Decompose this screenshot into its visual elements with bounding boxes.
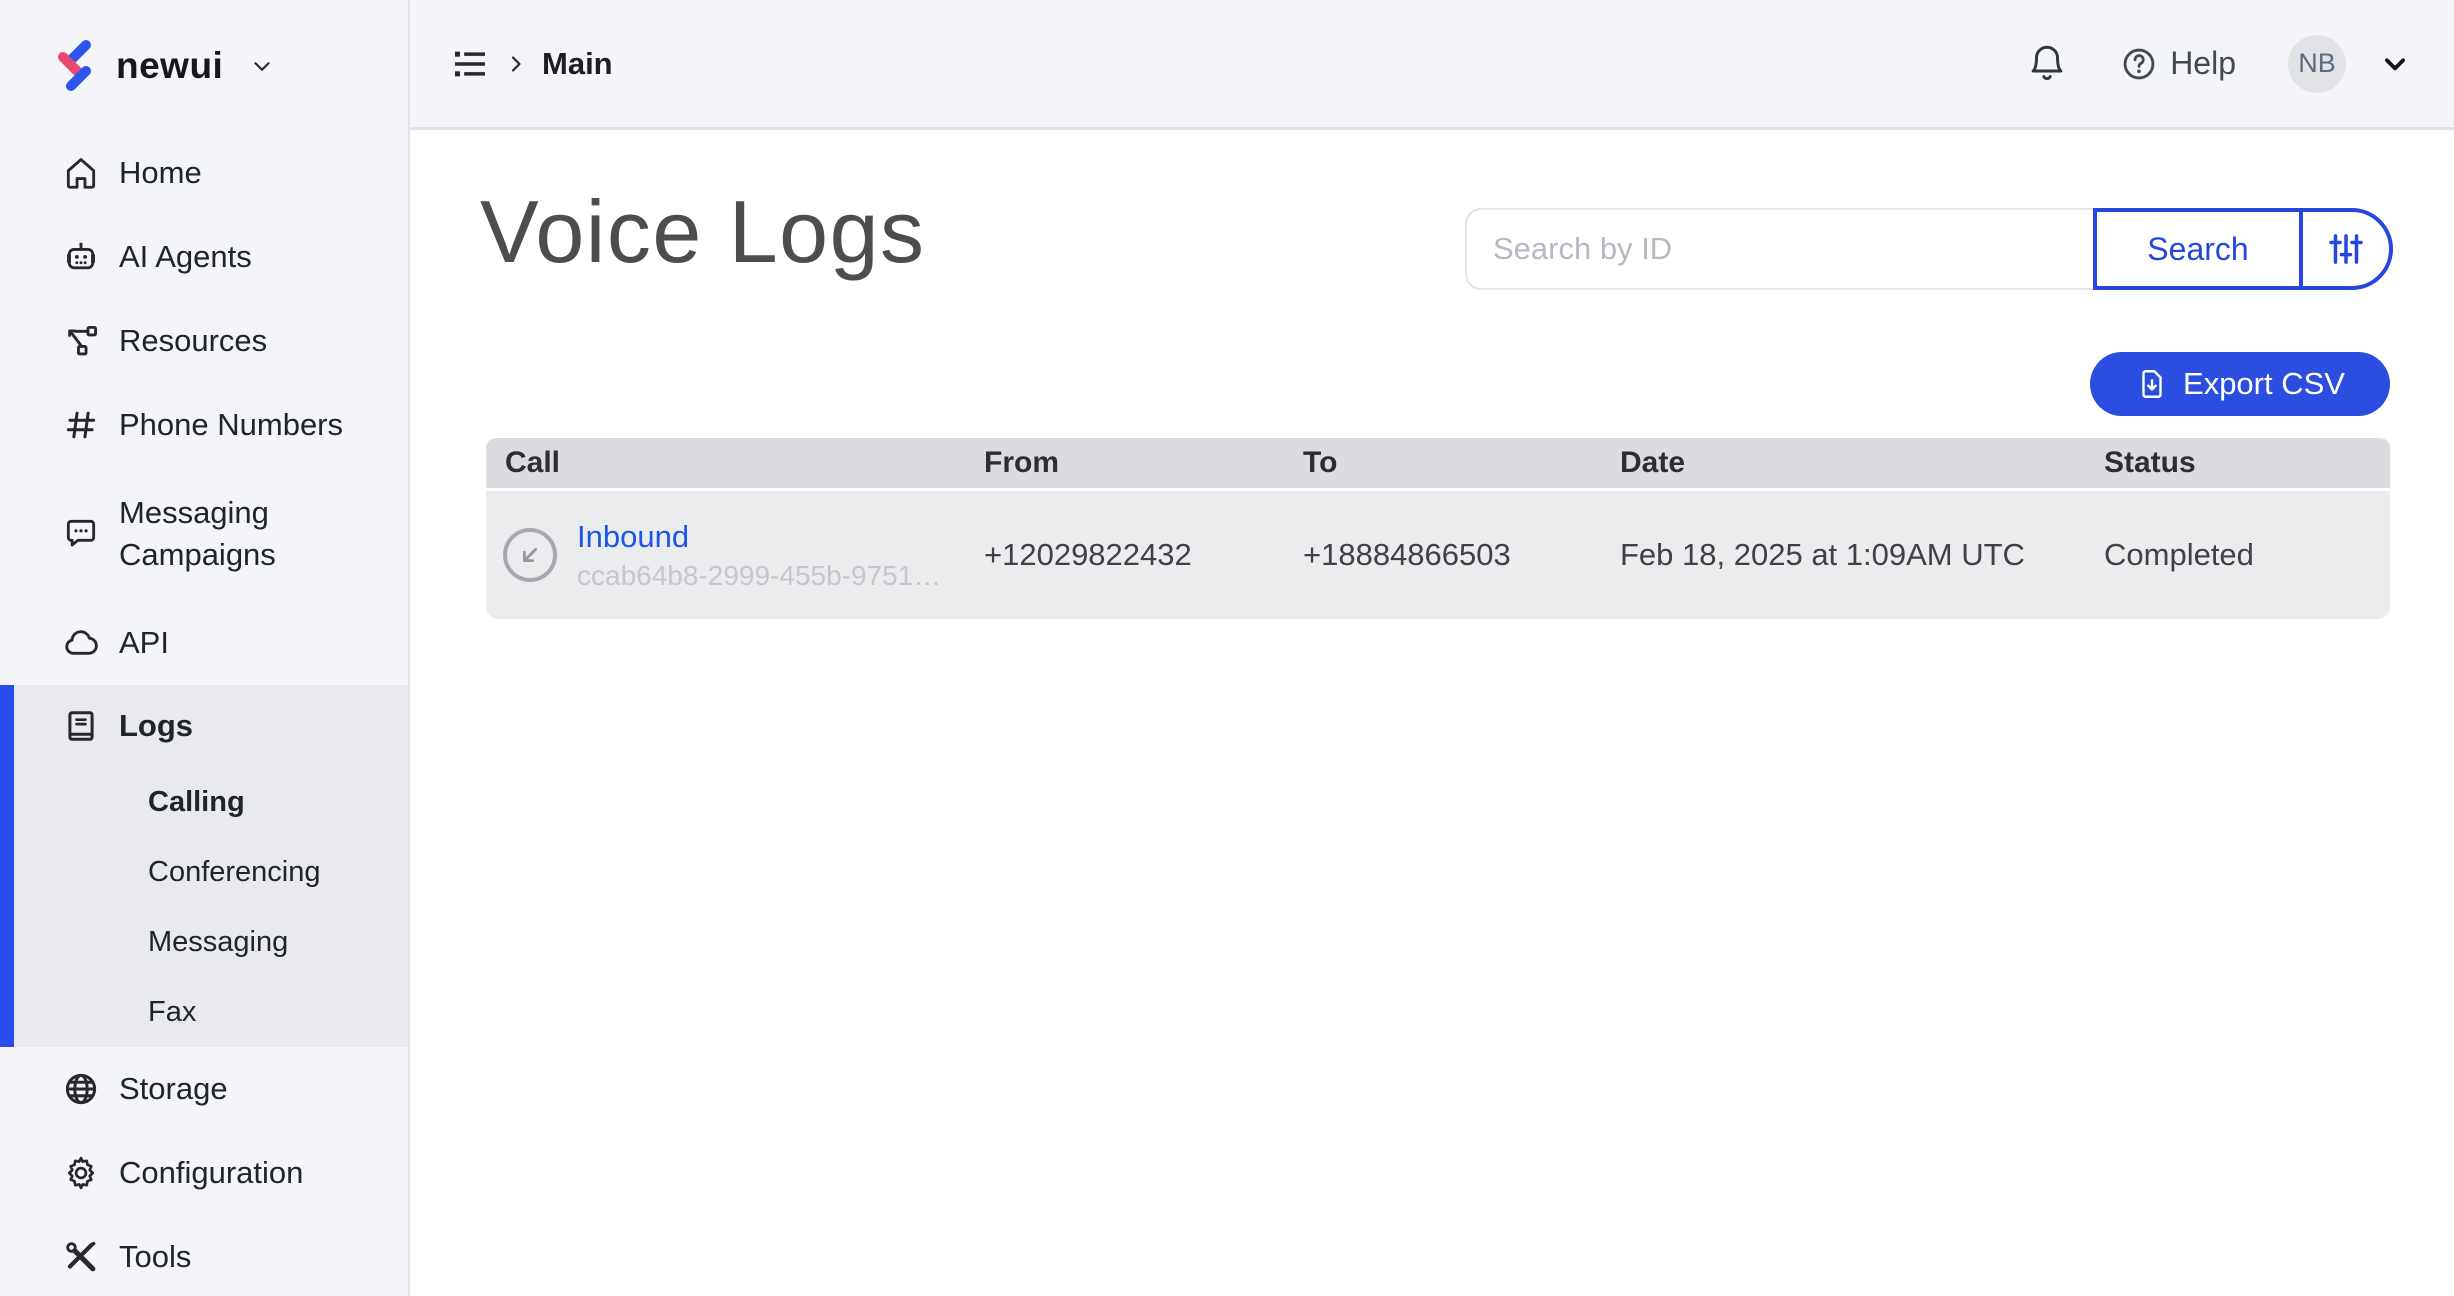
- table-header-row: Call From To Date Status: [486, 438, 2390, 488]
- page-title: Voice Logs: [480, 181, 926, 283]
- sidebar-item-ai-agents[interactable]: AI Agents: [0, 215, 408, 299]
- help-button[interactable]: Help: [2120, 45, 2236, 83]
- sidebar-item-label: Configuration: [119, 1152, 303, 1194]
- inbound-call-badge: [503, 528, 557, 582]
- brand-name: newui: [116, 45, 223, 87]
- breadcrumb-main[interactable]: Main: [542, 46, 613, 82]
- call-date: Feb 18, 2025 at 1:09AM UTC: [1620, 537, 2104, 573]
- sidebar-item-phone-numbers[interactable]: Phone Numbers: [0, 383, 408, 467]
- sidebar-subitem-fax[interactable]: Fax: [0, 977, 408, 1047]
- filter-button[interactable]: [2299, 208, 2393, 290]
- export-csv-label: Export CSV: [2183, 366, 2345, 402]
- search-button[interactable]: Search: [2093, 208, 2303, 290]
- sidebar-nav: Home AI Agents: [0, 131, 408, 1296]
- call-id: ccab64b8-2999-455b-9751…: [577, 560, 941, 592]
- sidebar-subitem-label: Conferencing: [148, 856, 321, 889]
- arrow-down-left-icon: [515, 540, 545, 570]
- robot-icon: [62, 238, 100, 276]
- bell-icon: [2026, 43, 2068, 85]
- sidebar-item-api[interactable]: API: [0, 601, 408, 685]
- sidebar-item-label: Tools: [119, 1236, 191, 1278]
- sidebar: newui Home: [0, 0, 410, 1296]
- call-to: +18884866503: [1303, 537, 1620, 573]
- cloud-icon: [62, 624, 100, 662]
- main-content: Voice Logs Search Export CSV Call From: [410, 133, 2454, 1296]
- brand-logo-icon: [50, 37, 96, 95]
- avatar-initials: NB: [2298, 48, 2336, 79]
- export-csv-button[interactable]: Export CSV: [2090, 352, 2390, 416]
- top-bar: Main Help NB: [410, 0, 2454, 130]
- sidebar-item-label: Home: [119, 152, 202, 194]
- column-header-from: From: [984, 446, 1303, 480]
- log-book-icon: [62, 707, 100, 745]
- sidebar-item-messaging-campaigns[interactable]: Messaging Campaigns: [0, 467, 408, 601]
- sidebar-item-storage[interactable]: Storage: [0, 1047, 408, 1131]
- sidebar-item-tools[interactable]: Tools: [0, 1215, 408, 1296]
- sidebar-item-label: Resources: [119, 320, 267, 362]
- sidebar-subitem-label: Fax: [148, 996, 196, 1029]
- sidebar-subitem-messaging[interactable]: Messaging: [0, 907, 408, 977]
- top-bar-actions: Help NB: [2026, 35, 2410, 93]
- column-header-call: Call: [486, 446, 984, 480]
- chevron-down-icon: [249, 53, 275, 79]
- chevron-right-icon: [504, 52, 528, 76]
- home-icon: [62, 154, 100, 192]
- sidebar-item-home[interactable]: Home: [0, 131, 408, 215]
- notifications-button[interactable]: [2026, 43, 2068, 85]
- column-header-status: Status: [2104, 446, 2390, 480]
- sidebar-item-configuration[interactable]: Configuration: [0, 1131, 408, 1215]
- breadcrumb: Main: [450, 44, 613, 84]
- user-menu-chevron-icon[interactable]: [2380, 49, 2410, 79]
- table-row: Inbound ccab64b8-2999-455b-9751… +120298…: [486, 491, 2390, 619]
- chat-bubble-icon: [62, 515, 100, 553]
- file-download-icon: [2135, 367, 2169, 401]
- sidebar-subitem-label: Messaging: [148, 926, 288, 959]
- call-status: Completed: [2104, 537, 2390, 573]
- nodes-icon: [62, 322, 100, 360]
- app-root: newui Home: [0, 0, 2454, 1296]
- search-input[interactable]: [1465, 208, 2093, 290]
- list-menu-icon[interactable]: [450, 44, 490, 84]
- call-from: +12029822432: [984, 537, 1303, 573]
- sidebar-item-label: Messaging Campaigns: [119, 492, 371, 576]
- sidebar-item-resources[interactable]: Resources: [0, 299, 408, 383]
- workspace-switcher[interactable]: newui: [0, 0, 408, 131]
- voice-logs-table: Call From To Date Status Inbound ccab64b…: [486, 438, 2390, 619]
- tools-icon: [62, 1238, 100, 1276]
- user-avatar[interactable]: NB: [2288, 35, 2346, 93]
- call-cell: Inbound ccab64b8-2999-455b-9751…: [486, 519, 984, 592]
- column-header-to: To: [1303, 446, 1620, 480]
- call-info: Inbound ccab64b8-2999-455b-9751…: [577, 519, 941, 592]
- sidebar-subitem-calling[interactable]: Calling: [0, 767, 408, 837]
- sidebar-item-label: Logs: [119, 705, 193, 747]
- sliders-icon: [2325, 228, 2367, 270]
- gear-icon: [62, 1154, 100, 1192]
- column-header-date: Date: [1620, 446, 2104, 480]
- call-direction-link[interactable]: Inbound: [577, 519, 941, 555]
- question-circle-icon: [2120, 45, 2158, 83]
- help-label: Help: [2170, 45, 2236, 82]
- sidebar-subitem-conferencing[interactable]: Conferencing: [0, 837, 408, 907]
- sidebar-subitem-label: Calling: [148, 786, 245, 819]
- sidebar-item-label: API: [119, 622, 169, 664]
- globe-icon: [62, 1070, 100, 1108]
- sidebar-item-label: Phone Numbers: [119, 404, 343, 446]
- active-section-indicator: [0, 685, 14, 1047]
- hash-icon: [62, 406, 100, 444]
- sidebar-item-logs[interactable]: Logs: [0, 685, 408, 767]
- sidebar-item-label: Storage: [119, 1068, 228, 1110]
- sidebar-item-label: AI Agents: [119, 236, 252, 278]
- search-group: Search: [1465, 208, 2393, 290]
- sidebar-logs-group: Logs Calling Conferencing Messaging Fax: [0, 685, 408, 1047]
